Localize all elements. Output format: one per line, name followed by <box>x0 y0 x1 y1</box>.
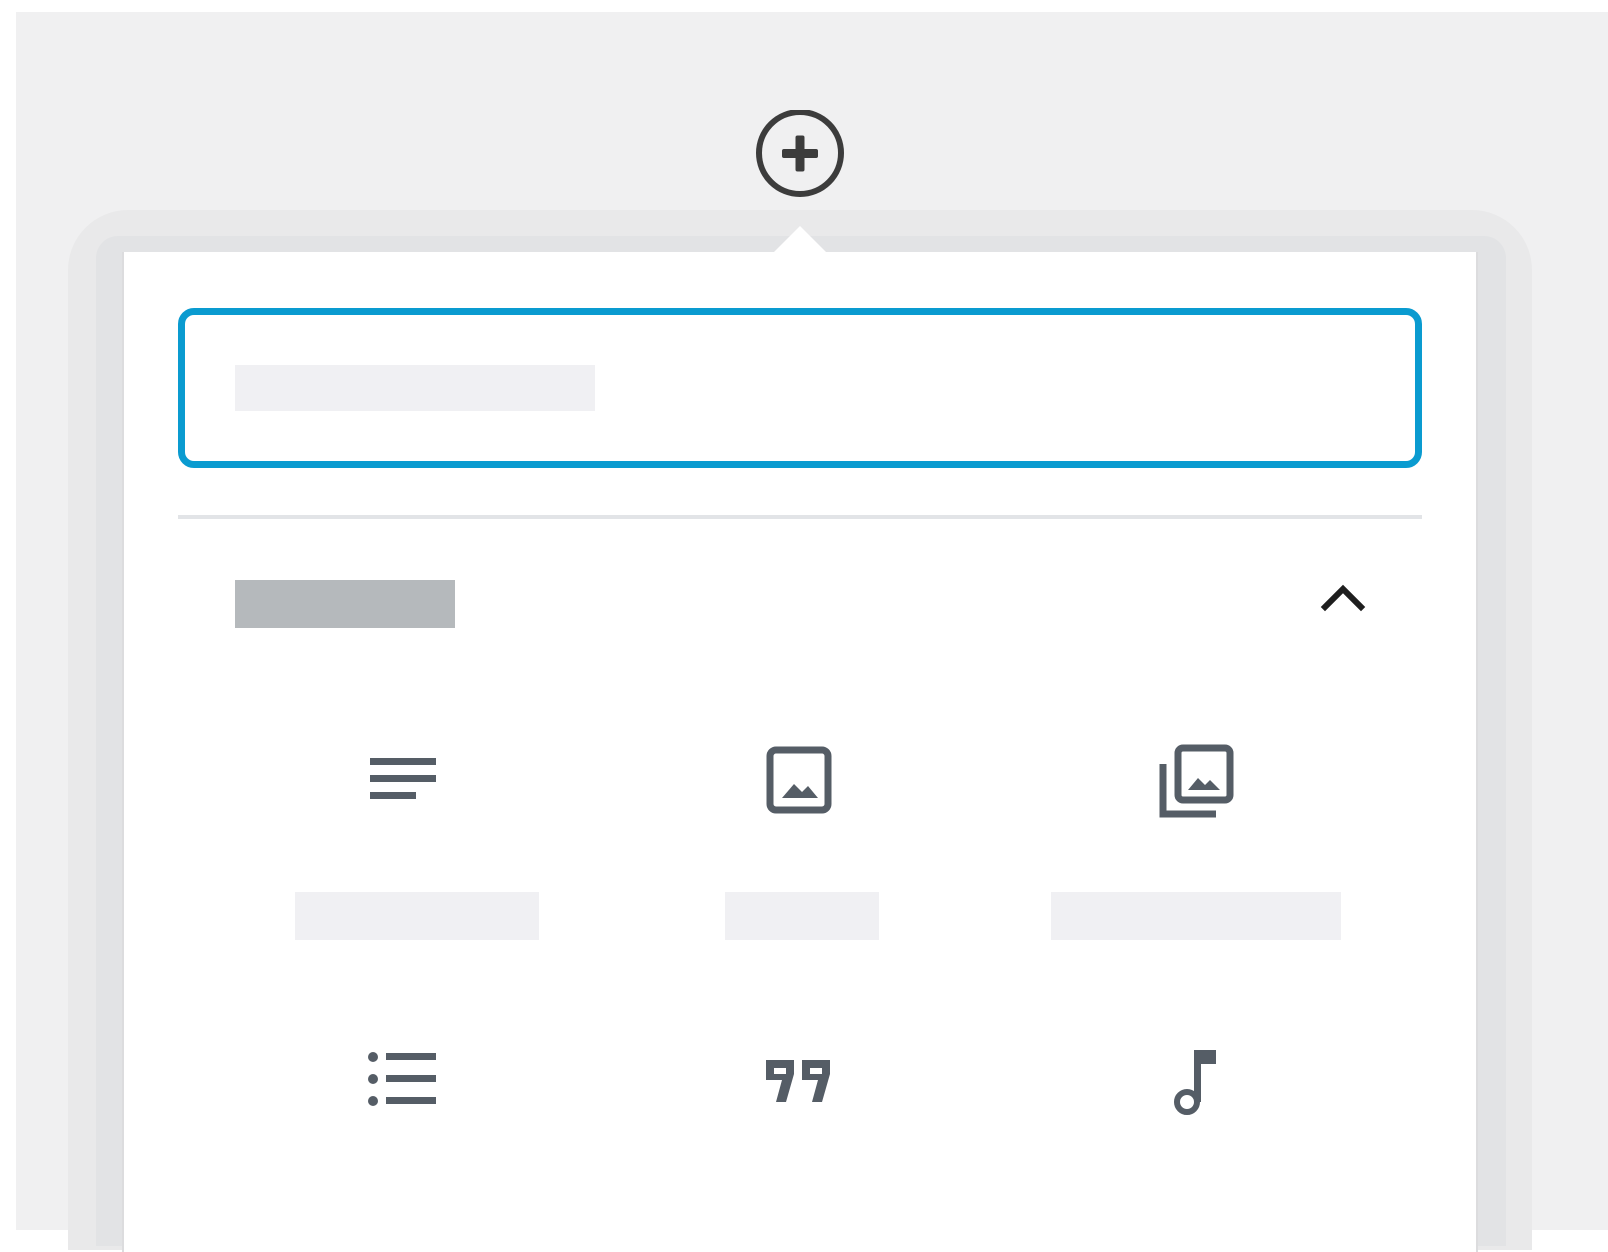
block-item-gallery[interactable] <box>1040 730 1360 950</box>
block-label <box>295 892 539 940</box>
paragraph-icon <box>370 758 436 813</box>
gallery-icon <box>1158 744 1234 825</box>
popover-arrow <box>772 226 828 254</box>
search-placeholder <box>235 365 595 411</box>
block-item-image[interactable] <box>680 730 920 950</box>
block-label <box>725 892 879 940</box>
panel-toggle-common-blocks[interactable] <box>178 560 1422 650</box>
plus-circle-icon <box>755 110 845 200</box>
block-item-quote[interactable] <box>680 1030 920 1230</box>
list-icon <box>368 1052 438 1113</box>
audio-icon <box>1172 1046 1222 1121</box>
block-item-paragraph[interactable] <box>280 730 560 950</box>
divider <box>178 515 1422 519</box>
image-icon <box>766 746 834 821</box>
block-search-input[interactable] <box>178 308 1422 468</box>
block-item-list[interactable] <box>280 1030 560 1230</box>
block-item-audio[interactable] <box>1040 1030 1360 1230</box>
inserter-toggle-button[interactable] <box>755 110 845 200</box>
block-label <box>1051 892 1341 940</box>
quote-icon <box>764 1058 834 1109</box>
chevron-up-icon <box>1320 582 1366 617</box>
panel-title <box>235 580 455 628</box>
